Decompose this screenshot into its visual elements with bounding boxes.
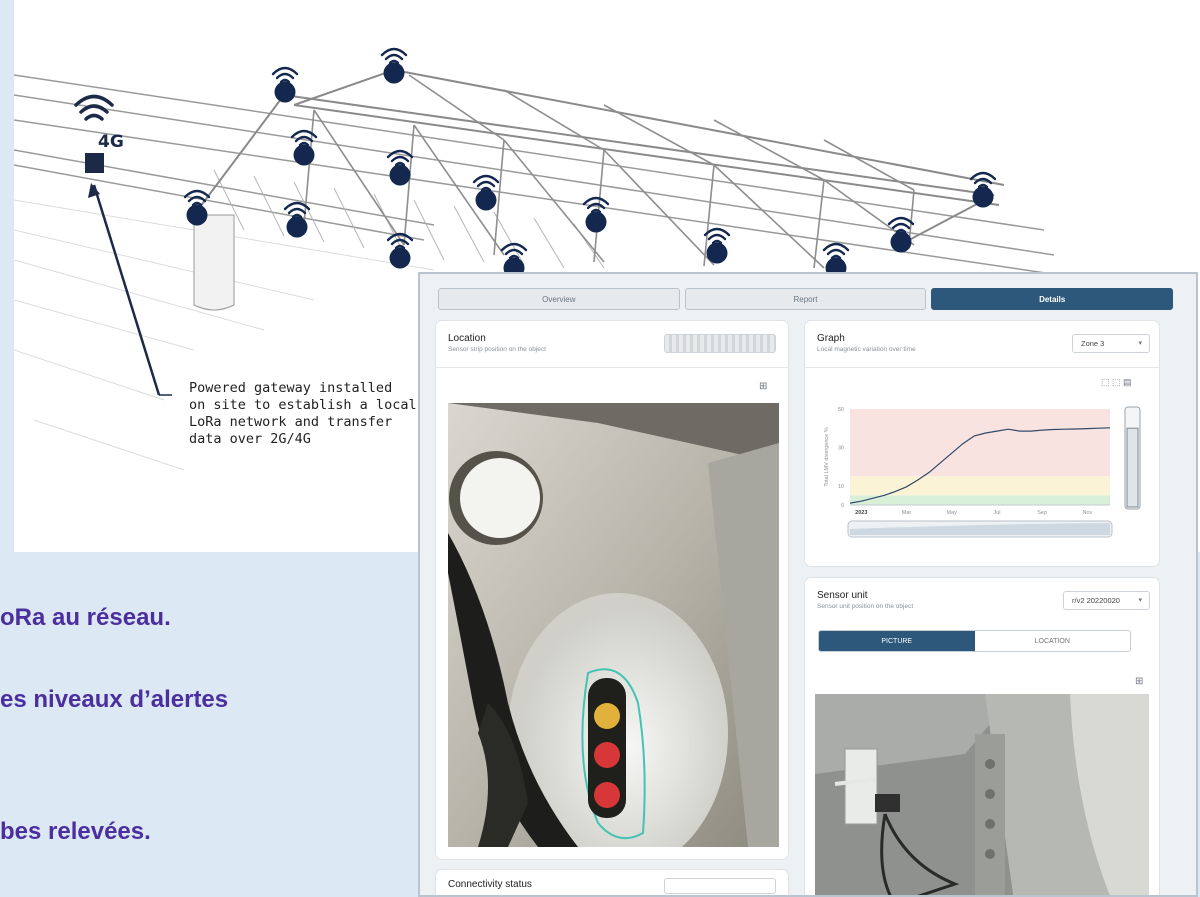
- location-photo: [448, 403, 779, 847]
- chevron-down-icon: ▾: [1138, 340, 1142, 347]
- x-tick-label: Nov: [1083, 510, 1093, 516]
- x-tick-label: Mar: [902, 510, 912, 516]
- y-tick-label: 50: [838, 407, 844, 413]
- tab-location[interactable]: LOCATION: [975, 631, 1131, 651]
- sensor-unit-card: Sensor unit Sensor unit position on the …: [805, 578, 1159, 895]
- x-tick-label: Sep: [1037, 510, 1047, 516]
- blurred-identifier: [664, 334, 776, 353]
- x-tick-label: May: [947, 510, 958, 516]
- slide-text-line: bes relevées.: [0, 818, 151, 845]
- sensor-unit-subtitle: Sensor unit position on the object: [817, 603, 914, 610]
- callout-line: LoRa network and transfer: [189, 414, 393, 430]
- callout-line: on site to establish a local: [189, 397, 417, 413]
- sensor-dot-icon: [706, 242, 728, 264]
- sensor-unit-title: Sensor unit: [817, 590, 868, 601]
- connectivity-select[interactable]: [664, 878, 776, 894]
- tab-picture[interactable]: PICTURE: [819, 631, 975, 651]
- location-subtitle: Sensor strip position on the object: [448, 346, 546, 353]
- sensor-dot-icon: [293, 144, 315, 166]
- callout-line: data over 2G/4G: [189, 431, 311, 447]
- sensor-dot-icon: [383, 62, 405, 84]
- sensor-dot-icon: [972, 186, 994, 208]
- tab-overview[interactable]: Overview: [438, 288, 680, 310]
- y-tick-label: 30: [838, 445, 844, 451]
- sensor-dot-icon: [389, 164, 411, 186]
- sensor-dot-icon: [585, 211, 607, 233]
- level-gauge-fill: [1126, 427, 1139, 508]
- callout-line: Powered gateway installed: [189, 380, 393, 396]
- zone-select[interactable]: Zone 3 ▾: [1072, 334, 1150, 353]
- download-icon[interactable]: ⊞: [759, 381, 767, 392]
- sensor-dot-icon: [475, 189, 497, 211]
- download-icon[interactable]: ⊞: [1135, 676, 1143, 687]
- gateway-4g-label: 4G: [98, 132, 124, 152]
- y-tick-label: 0: [841, 503, 844, 509]
- gateway-callout: Powered gateway installed on site to est…: [189, 380, 429, 448]
- sensor-dot-icon: [186, 204, 208, 226]
- y-tick-label: 10: [838, 484, 844, 490]
- sensor-dot-icon: [890, 231, 912, 253]
- tab-details[interactable]: Details: [931, 288, 1174, 310]
- alert-band: [850, 495, 1110, 505]
- alert-band: [850, 409, 1110, 477]
- tab-report[interactable]: Report: [684, 288, 927, 310]
- graph-subtitle: Local magnetic variation over time: [817, 346, 916, 353]
- connectivity-title: Connectivity status: [448, 879, 532, 890]
- gateway-box-icon: [85, 153, 104, 173]
- sensor-dot-icon: [274, 81, 296, 103]
- x-tick-label: 2023: [855, 510, 867, 516]
- picture-location-toggle: PICTURE LOCATION: [818, 630, 1131, 652]
- graph-title: Graph: [817, 333, 845, 344]
- magnetic-variation-chart: 0 10 30 50 2023 Mar May Jul Sep Nov Total LMV dive…: [824, 406, 1141, 538]
- location-card: Location Sensor strip position on the ob…: [436, 321, 788, 859]
- version-select[interactable]: r/v2 20220020 ▾: [1063, 591, 1150, 610]
- graph-card: Graph Local magnetic variation over time…: [805, 321, 1159, 566]
- chart-tool-icons[interactable]: ⬚ ⬚ ▤: [1101, 377, 1132, 388]
- version-select-value: r/v2 20220020: [1072, 596, 1120, 605]
- location-title: Location: [448, 333, 486, 344]
- chevron-down-icon: ▾: [1138, 597, 1142, 604]
- x-tick-label: Jul: [993, 510, 1000, 516]
- sensor-dot-icon: [286, 216, 308, 238]
- tab-bar: Overview Report Details: [438, 288, 1174, 310]
- slide-text-line: oRa au réseau.: [0, 604, 171, 631]
- zone-select-value: Zone 3: [1081, 339, 1105, 348]
- sensor-dot-icon: [389, 247, 411, 269]
- y-axis-label: Total LMV divergence %: [824, 427, 830, 486]
- slide-text-line: es niveaux d’alertes: [0, 686, 229, 713]
- dashboard-screenshot: Overview Report Details Location Sensor …: [418, 272, 1198, 897]
- connectivity-card: Connectivity status: [436, 870, 788, 895]
- sensor-unit-photo: [815, 694, 1149, 895]
- alert-band: [850, 476, 1110, 496]
